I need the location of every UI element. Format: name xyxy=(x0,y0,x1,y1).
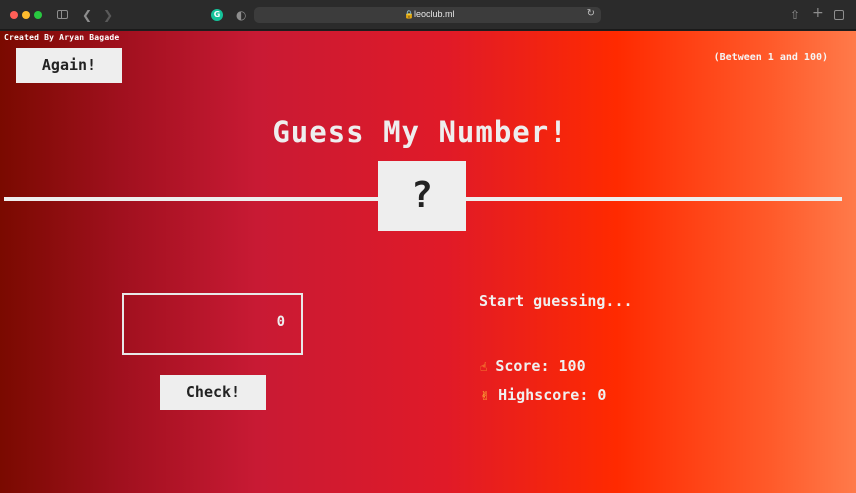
sidebar-icon[interactable] xyxy=(57,10,68,19)
page-title: Guess My Number! xyxy=(272,115,568,149)
url-text: leoclub.ml xyxy=(414,9,455,19)
status-message: Start guessing... xyxy=(479,292,633,310)
game-page: Created By Aryan Bagade Again! (Between … xyxy=(0,31,856,493)
tabs-overview-icon[interactable] xyxy=(834,10,844,20)
again-button[interactable]: Again! xyxy=(16,48,122,83)
share-icon[interactable]: ⇧ xyxy=(790,8,800,22)
guess-value: 0 xyxy=(276,314,285,330)
pointing-hand-icon: ☝ xyxy=(480,360,488,374)
back-icon[interactable]: ❮ xyxy=(82,8,92,22)
check-button[interactable]: Check! xyxy=(160,375,266,410)
score-label: Score: xyxy=(495,357,550,375)
maximize-window-icon[interactable] xyxy=(34,11,42,19)
highscore-value: 0 xyxy=(597,386,607,404)
browser-toolbar: ❮ ❯ G ◐ 🔒 leoclub.ml ↻ ⇧ + xyxy=(0,0,856,30)
highscore-label: Highscore: xyxy=(498,386,589,404)
guess-input[interactable]: 0 xyxy=(122,293,303,355)
close-window-icon[interactable] xyxy=(10,11,18,19)
grammarly-icon[interactable]: G xyxy=(211,9,223,21)
score-row: ☝ Score: 100 xyxy=(480,357,586,375)
range-hint: (Between 1 and 100) xyxy=(713,52,828,63)
new-tab-icon[interactable]: + xyxy=(812,6,824,20)
reload-icon[interactable]: ↻ xyxy=(587,8,595,19)
forward-icon[interactable]: ❯ xyxy=(103,8,113,22)
shield-icon[interactable]: ◐ xyxy=(236,8,246,22)
address-bar[interactable]: 🔒 leoclub.ml ↻ xyxy=(254,7,601,23)
minimize-window-icon[interactable] xyxy=(22,11,30,19)
secret-number: ? xyxy=(378,161,466,231)
hand-icon: ✌ xyxy=(480,389,491,403)
author-credit: Created By Aryan Bagade xyxy=(4,33,120,42)
score-value: 100 xyxy=(558,357,586,375)
lock-icon: 🔒 xyxy=(404,10,414,19)
highscore-row: ✌ Highscore: 0 xyxy=(480,386,606,404)
